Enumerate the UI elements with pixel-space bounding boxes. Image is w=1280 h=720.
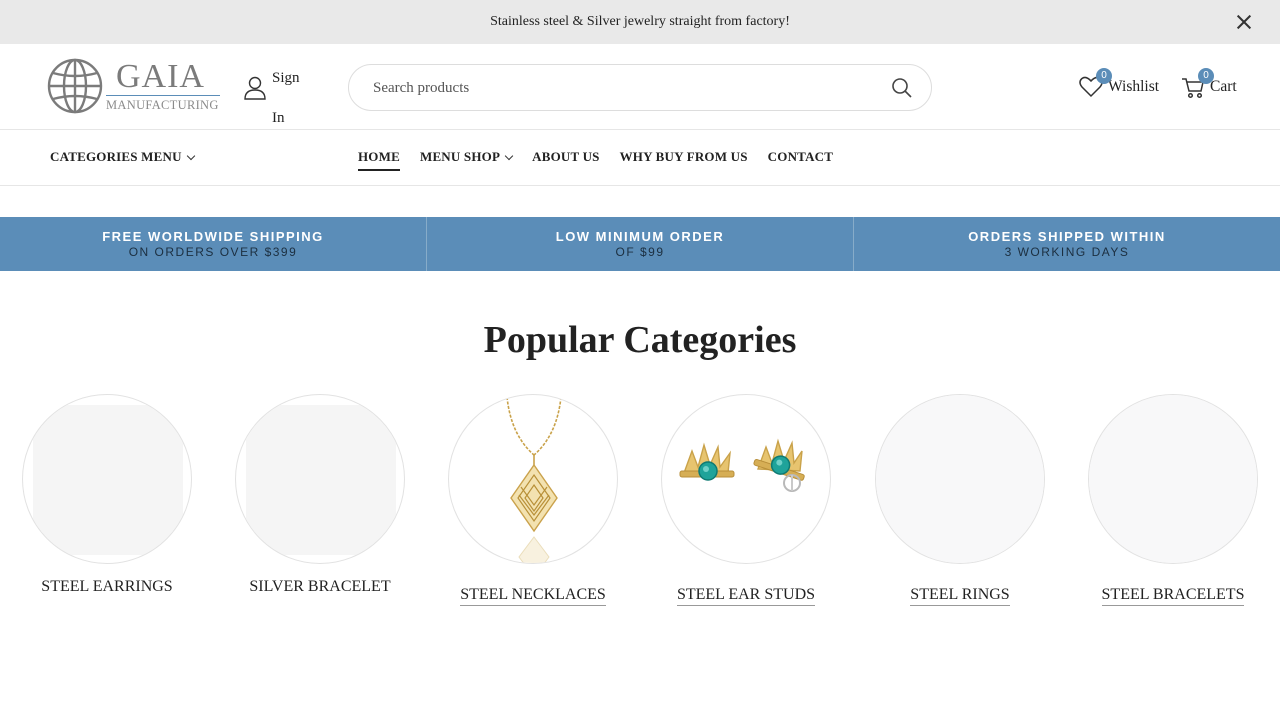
menu-bar: HOME MENU SHOP ABOUT US WHY BUY FROM US … bbox=[358, 149, 853, 171]
promo-subtitle: 3 WORKING DAYS bbox=[1004, 244, 1130, 259]
nav-item-about-us[interactable]: ABOUT US bbox=[532, 149, 599, 165]
category-steel-necklaces[interactable]: STEEL NECKLACES bbox=[447, 394, 619, 606]
brand-name: GAIA bbox=[116, 57, 205, 95]
close-icon[interactable] bbox=[1234, 12, 1254, 32]
category-steel-ear-studs[interactable]: STEEL EAR STUDS bbox=[660, 394, 832, 606]
category-label: SILVER BRACELET bbox=[249, 578, 391, 595]
nav-item-why-buy[interactable]: WHY BUY FROM US bbox=[620, 149, 748, 165]
chevron-down-icon bbox=[504, 151, 514, 160]
category-image bbox=[661, 394, 831, 564]
category-image bbox=[22, 394, 192, 564]
globe-icon bbox=[47, 58, 103, 114]
logo[interactable]: GAIA MANUFACTURING bbox=[46, 56, 222, 116]
categories-menu-label: CATEGORIES MENU bbox=[50, 149, 182, 164]
necklace-image bbox=[506, 396, 562, 563]
category-image bbox=[875, 394, 1045, 564]
wishlist-label: Wishlist bbox=[1108, 78, 1160, 95]
sign-in-link[interactable]: Sign In bbox=[244, 54, 314, 126]
promo-subtitle: OF $99 bbox=[615, 244, 665, 259]
promo-title: FREE WORLDWIDE SHIPPING bbox=[102, 228, 324, 244]
nav-item-label: CONTACT bbox=[767, 149, 834, 164]
sign-in-label-line1: Sign bbox=[272, 70, 300, 86]
wishlist-count-badge: 0 bbox=[1096, 68, 1112, 84]
cart-label: Cart bbox=[1210, 78, 1237, 95]
brand-tagline: MANUFACTURING bbox=[106, 97, 219, 112]
promo-strip: FREE WORLDWIDE SHIPPING ON ORDERS OVER $… bbox=[0, 217, 1280, 271]
nav-item-label: HOME bbox=[358, 149, 400, 164]
search-bar bbox=[348, 64, 932, 111]
category-label: STEEL RINGS bbox=[910, 586, 1010, 606]
cart-link[interactable]: 0 Cart bbox=[1180, 68, 1237, 102]
promo-minimum-order: LOW MINIMUM ORDER OF $99 bbox=[426, 217, 853, 271]
category-image bbox=[1088, 394, 1258, 564]
site-header: GAIA MANUFACTURING Sign In Search produc… bbox=[0, 44, 1280, 130]
promo-shipping-time: ORDERS SHIPPED WITHIN 3 WORKING DAYS bbox=[853, 217, 1280, 271]
promo-title: LOW MINIMUM ORDER bbox=[555, 228, 725, 244]
main-navigation: CATEGORIES MENU HOME MENU SHOP ABOUT US … bbox=[0, 130, 1280, 186]
nav-item-contact[interactable]: CONTACT bbox=[768, 149, 833, 165]
nav-item-label: MENU SHOP bbox=[419, 149, 501, 164]
announcement-bar: Stainless steel & Silver jewelry straigh… bbox=[0, 0, 1280, 44]
ear-studs-image bbox=[679, 438, 805, 492]
category-label: STEEL EARRINGS bbox=[41, 578, 173, 595]
category-label: STEEL BRACELETS bbox=[1101, 586, 1245, 606]
search-icon[interactable] bbox=[891, 77, 913, 99]
search-input[interactable] bbox=[373, 76, 873, 100]
nav-item-label: ABOUT US bbox=[532, 149, 600, 164]
cart-count-badge: 0 bbox=[1198, 68, 1214, 84]
nav-item-menu-shop[interactable]: MENU SHOP bbox=[419, 149, 514, 165]
promo-subtitle: ON ORDERS OVER $399 bbox=[128, 244, 298, 259]
wishlist-link[interactable]: 0 Wishlist bbox=[1078, 68, 1160, 102]
category-label: STEEL NECKLACES bbox=[460, 586, 606, 606]
nav-item-label: WHY BUY FROM US bbox=[619, 149, 748, 164]
categories-menu-button[interactable]: CATEGORIES MENU bbox=[50, 149, 195, 165]
user-icon bbox=[244, 76, 266, 100]
promo-title: ORDERS SHIPPED WITHIN bbox=[968, 228, 1166, 244]
announcement-text: Stainless steel & Silver jewelry straigh… bbox=[490, 14, 790, 29]
category-image bbox=[448, 394, 618, 564]
chevron-down-icon bbox=[186, 151, 195, 160]
category-steel-rings[interactable]: STEEL RINGS bbox=[874, 394, 1046, 606]
category-steel-bracelets[interactable]: STEEL BRACELETS bbox=[1087, 394, 1259, 606]
section-title: Popular Categories bbox=[483, 319, 797, 361]
promo-free-shipping: FREE WORLDWIDE SHIPPING ON ORDERS OVER $… bbox=[0, 217, 426, 271]
nav-item-home[interactable]: HOME bbox=[358, 149, 400, 171]
category-image bbox=[235, 394, 405, 564]
category-label: STEEL EAR STUDS bbox=[676, 586, 816, 606]
category-steel-earrings[interactable]: STEEL EARRINGS bbox=[21, 394, 193, 596]
category-silver-bracelet[interactable]: SILVER BRACELET bbox=[234, 394, 406, 596]
